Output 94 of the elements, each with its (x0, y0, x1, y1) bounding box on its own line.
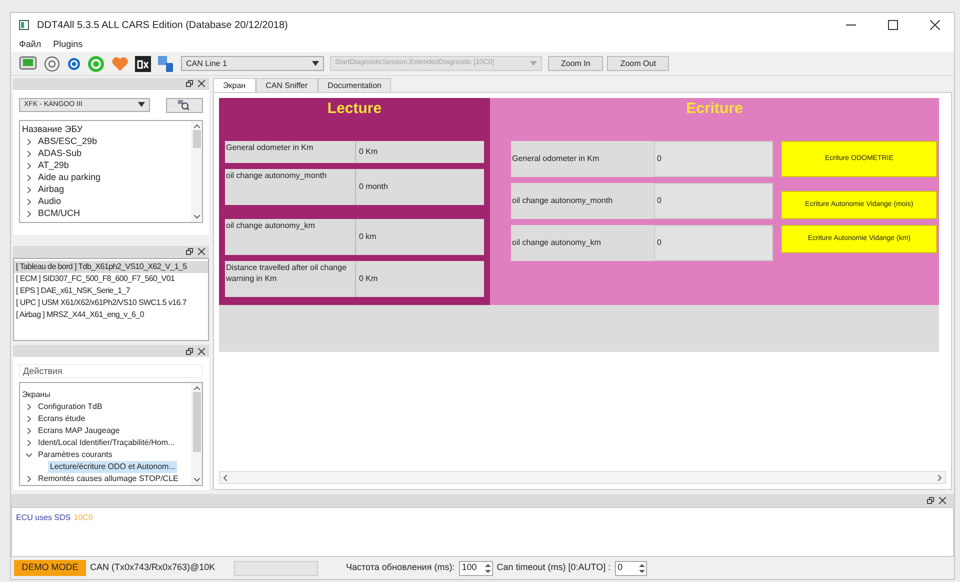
float-icon[interactable] (186, 348, 193, 354)
menu-item[interactable]: Plugins (53, 38, 83, 52)
field-value: 0 Km (358, 146, 379, 158)
search-button[interactable] (166, 98, 203, 113)
scrollbar-thumb[interactable] (192, 130, 200, 148)
tree-item[interactable]: Ecrans MAP Jaugeage (38, 424, 120, 437)
menu-item[interactable]: Файл (19, 38, 42, 52)
field-value: 0 (654, 225, 774, 261)
tree-item[interactable]: Audio (38, 195, 62, 209)
search-icon (178, 100, 190, 111)
field-value: 0 month (358, 181, 389, 193)
ecu-list-item[interactable]: [ Airbag ] MRSZ_X44_X61_eng_v_6_0 (14, 308, 208, 321)
caret-icon (530, 61, 537, 66)
log-text: 10C0 (74, 513, 93, 522)
chevron-down-icon[interactable] (26, 452, 32, 458)
timeout-label: Can timeout (ms) [0:AUTO] : (496, 561, 611, 574)
tree-item[interactable]: Airbag (38, 183, 64, 197)
field-label: oil change autonomy_km (511, 225, 654, 261)
app-icon (19, 20, 29, 30)
zoom-button[interactable]: Zoom In (548, 56, 604, 71)
tree-header: Экраны (22, 388, 52, 401)
can-status: CAN (Tx0x743/Rx0x763)@10K (90, 561, 216, 574)
field-label: oil change autonomy_km (225, 219, 356, 255)
ecu-list-item[interactable]: [ EPS ] DAE_x61_NSK_Serie_1_7 (14, 284, 208, 297)
maximize-icon[interactable] (888, 20, 898, 30)
monitor-icon[interactable] (19, 54, 37, 72)
chevron-right-icon[interactable] (26, 198, 32, 205)
tree-item[interactable]: Ecrans étude (38, 412, 86, 425)
field-value: 0 km (358, 231, 378, 243)
chevron-right-icon[interactable] (26, 162, 32, 169)
field-label: Distance travelled after oil change warning in Km (225, 261, 356, 297)
section-title: Ecriture (686, 99, 743, 119)
tab[interactable]: Экран (213, 78, 256, 92)
close-icon[interactable] (939, 497, 946, 504)
chevron-right-icon[interactable] (26, 138, 32, 145)
chevron-right-icon[interactable] (26, 476, 32, 482)
chevron-right-icon[interactable] (26, 428, 32, 434)
section-title: Lecture (327, 99, 382, 119)
window-title: DDT4All 5.3.5 ALL CARS Edition (Database 20/12/2018) (37, 18, 288, 32)
devices-icon[interactable] (157, 54, 175, 72)
chevron-right-icon[interactable] (26, 150, 32, 157)
close-icon[interactable] (198, 248, 205, 256)
horizontal-scrollbar[interactable] (219, 471, 946, 484)
ecu-list-item[interactable]: [ ECM ] SID307_FC_500_F8_600_F7_560_V01 (14, 272, 208, 285)
refresh-spinbox[interactable]: 100 (458, 560, 493, 576)
caret-icon (138, 102, 145, 108)
tree-item[interactable]: Aide au parking (38, 171, 101, 185)
ecu-list-item[interactable]: [ Tableau de bord ] Tdb_X61ph2_VS10_X62_V_1_5 (14, 260, 208, 273)
close-icon[interactable] (198, 348, 205, 354)
float-icon[interactable] (927, 497, 934, 504)
refresh-label: Частота обновления (ms): (346, 561, 455, 574)
field-label: General odometer in Km (225, 141, 356, 163)
tree-item[interactable]: BCM/UCH (38, 207, 80, 221)
field-label: oil change autonomy_month (511, 183, 654, 219)
field-label: oil change autonomy_month (225, 169, 356, 205)
caret-icon (312, 61, 319, 66)
tree-item[interactable]: Configuration TdB (38, 400, 102, 413)
log-text: ECU uses SDS (16, 513, 71, 522)
chevron-right-icon[interactable] (26, 186, 32, 193)
timeout-spinbox[interactable]: 0 (614, 560, 647, 576)
float-icon[interactable] (186, 80, 193, 88)
chevron-right-icon[interactable] (26, 404, 32, 410)
scrollbar[interactable] (191, 382, 202, 485)
scrollbar[interactable] (191, 120, 202, 222)
can-line-dropdown[interactable]: CAN Line 1 (181, 56, 324, 71)
chevron-right-icon[interactable] (26, 440, 32, 446)
demo-mode-badge: DEMO MODE (14, 560, 86, 576)
tree-item[interactable]: Lecture/écriture ODO et Autonom... (48, 460, 178, 473)
close-icon[interactable] (198, 80, 205, 88)
tree-item[interactable]: ABS/ESC_29b (38, 135, 98, 149)
field-value: 0 (654, 141, 774, 177)
tree-item[interactable]: Paramètres courants (38, 448, 112, 461)
chevron-right-icon[interactable] (26, 210, 32, 217)
field-label: General odometer in Km (511, 141, 654, 177)
chevron-right-icon[interactable] (26, 416, 32, 422)
scrollbar-thumb[interactable] (192, 392, 200, 452)
tree-item[interactable]: Ident/Local Identifier/Traçabilité/Hom... (38, 436, 175, 449)
tree-item[interactable]: ADAS-Sub (38, 147, 82, 161)
float-icon[interactable] (186, 248, 193, 256)
actions-field[interactable]: Действия (19, 364, 203, 378)
tree-item[interactable]: Remontés causes allumage STOP/CLE (38, 472, 178, 485)
hex-icon[interactable] (135, 56, 151, 72)
spin-icon (484, 562, 492, 574)
chevron-right-icon[interactable] (26, 174, 32, 181)
tree-item[interactable]: AT_29b (38, 159, 69, 173)
tab[interactable]: CAN Sniffer (256, 78, 318, 92)
zoom-button[interactable]: Zoom Out (607, 56, 669, 71)
field-value: 0 Km (358, 273, 379, 285)
tree-header: Название ЭБУ (22, 122, 84, 136)
tab[interactable]: Documentation (318, 78, 392, 92)
ecu-list-item[interactable]: [ UPC ] USM X61/X62/x61Ph2/VS10 SWC1.5 v16.7 (14, 296, 208, 309)
field-value: 0 (654, 183, 774, 219)
spin-icon (638, 562, 646, 574)
close-icon[interactable] (930, 20, 940, 30)
